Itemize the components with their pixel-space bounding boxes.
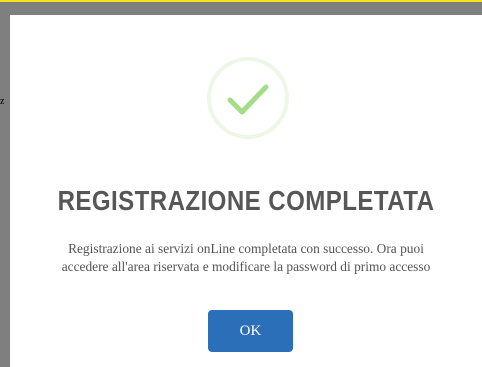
dialog-message: Registrazione ai servizi onLine completa…	[30, 240, 462, 276]
background-text-fragment: z	[0, 96, 5, 107]
dialog-message-line-2: accedere all'area riservata e modificare…	[61, 259, 431, 274]
dialog-title: REGISTRAZIONE COMPLETATA	[57, 185, 435, 216]
success-icon-circle	[207, 57, 289, 139]
checkmark-icon	[227, 84, 269, 115]
ok-button[interactable]: OK	[208, 310, 293, 352]
success-dialog: REGISTRAZIONE COMPLETATA Registrazione a…	[10, 15, 482, 367]
dialog-message-line-1: Registrazione ai servizi onLine completa…	[68, 241, 424, 256]
